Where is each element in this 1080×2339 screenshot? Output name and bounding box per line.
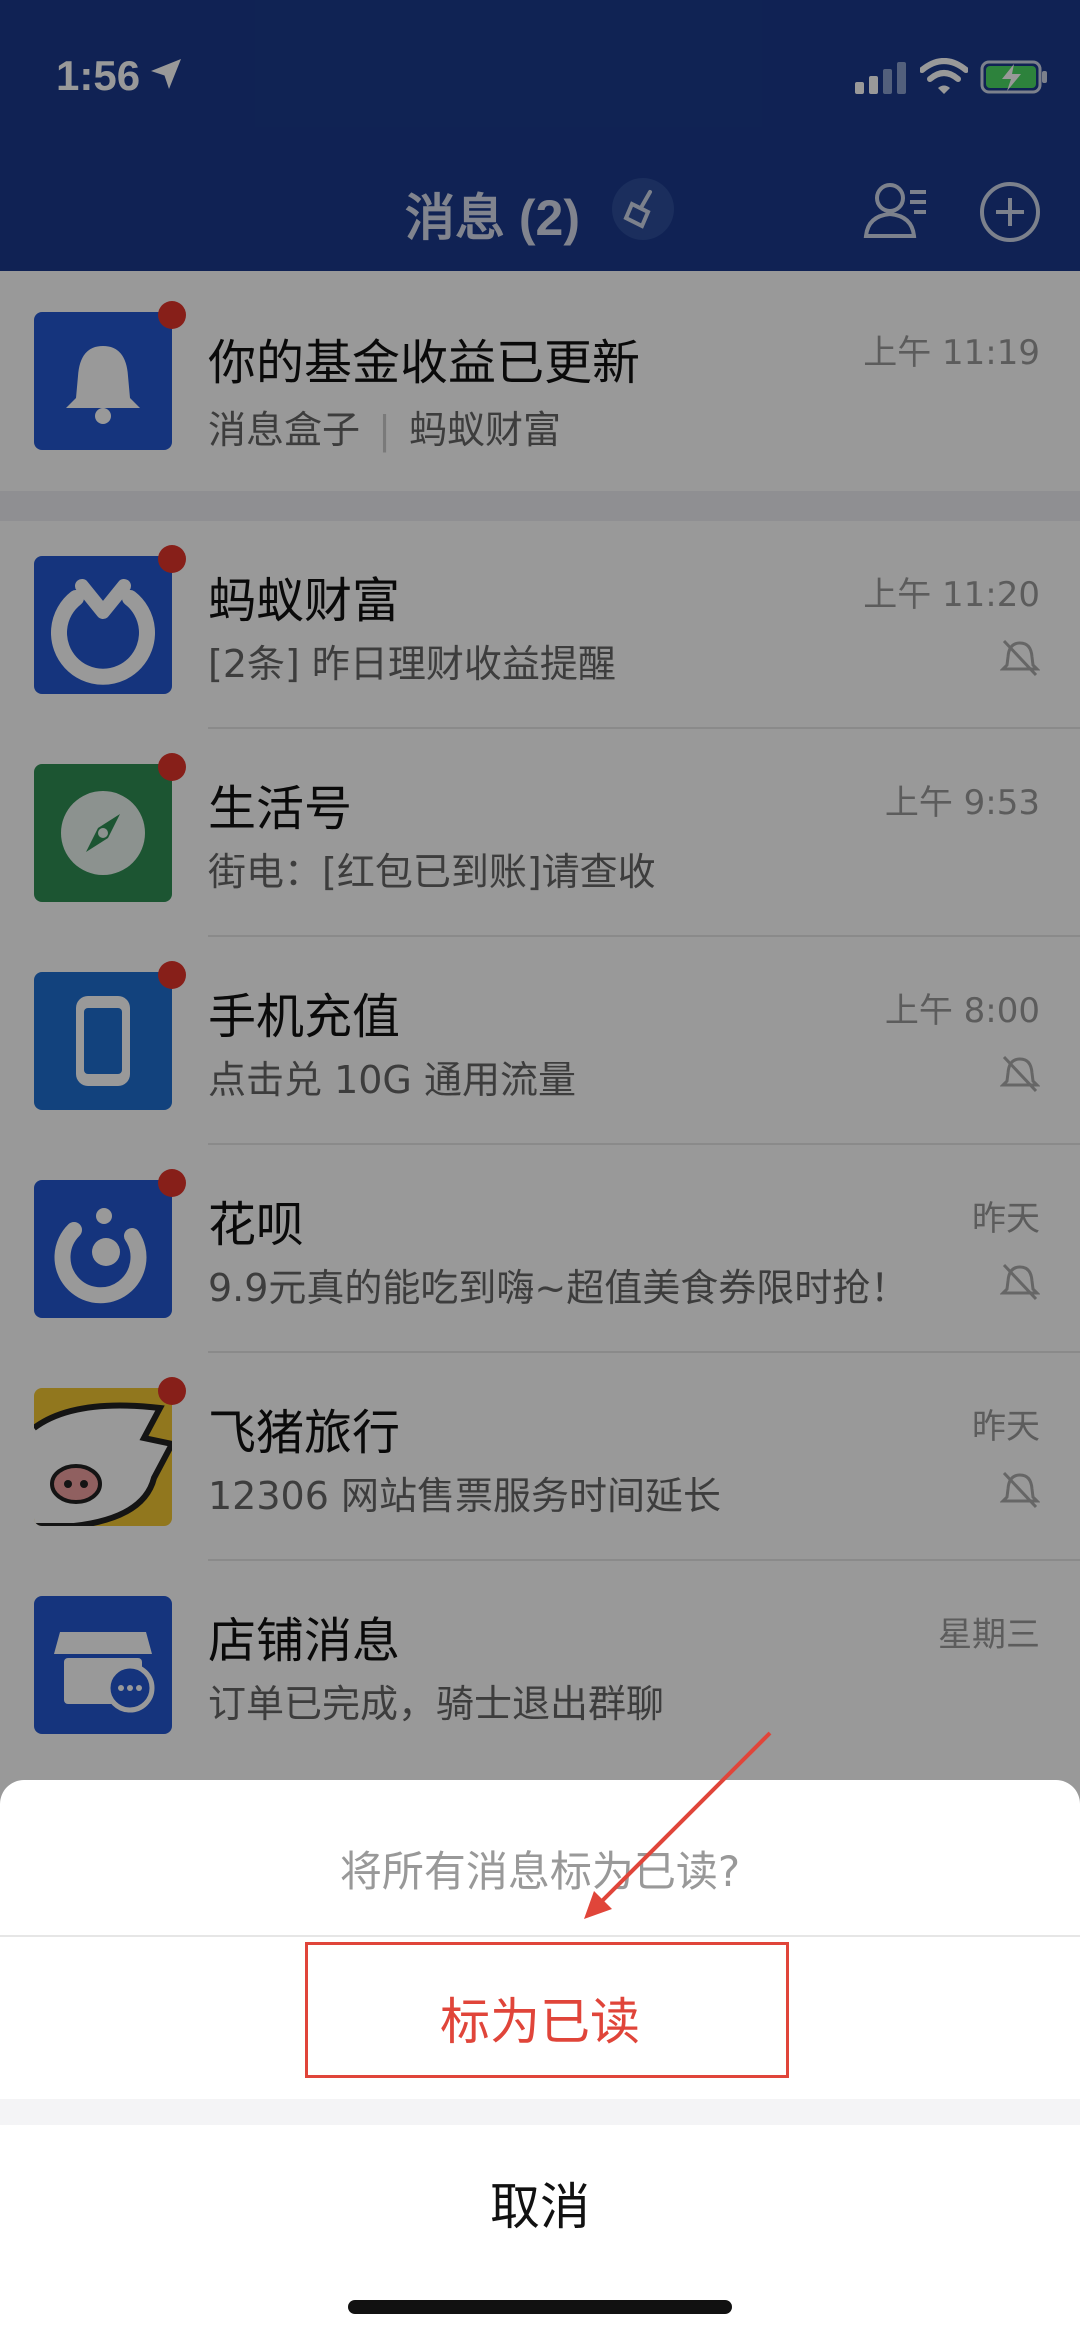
section-gap [0, 2099, 1080, 2125]
cancel-button[interactable]: 取消 [0, 2125, 1080, 2280]
annotation-arrow-icon [584, 1731, 772, 1919]
action-sheet: 将所有消息标为已读? 标为已读 取消 [0, 1780, 1080, 2339]
home-indicator[interactable] [348, 2300, 732, 2314]
action-sheet-prompt: 将所有消息标为已读? [339, 1847, 741, 1896]
highlight-box [305, 1942, 789, 2078]
